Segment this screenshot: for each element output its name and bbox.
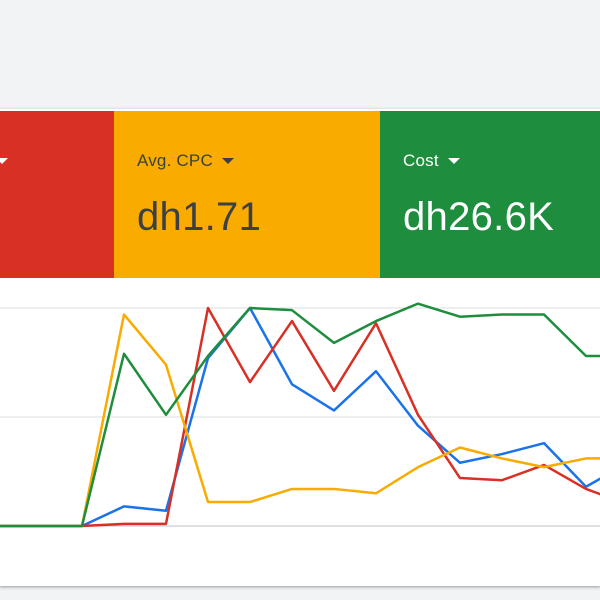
avg-cpc-value: dh1.71 [137,195,262,239]
metric-tiles: Avg. CPC dh1.71 Cost dh26.6K [0,109,600,279]
series-line-3 [0,302,600,528]
performance-card: Avg. CPC dh1.71 Cost dh26.6K [0,109,600,586]
metric-tile-red[interactable] [0,111,114,278]
performance-chart [0,279,600,586]
metric-tile-avg-cpc[interactable]: Avg. CPC dh1.71 [114,111,380,278]
cost-value: dh26.6K [403,195,555,239]
dropdown-caret-icon[interactable] [0,158,8,164]
line-chart [0,302,600,528]
metric-tile-cost[interactable]: Cost dh26.6K [380,111,600,278]
cost-label: Cost [403,151,439,170]
dropdown-caret-icon[interactable] [221,158,234,164]
dropdown-caret-icon[interactable] [447,158,460,164]
avg-cpc-label: Avg. CPC [137,151,213,170]
metric-label[interactable]: Avg. CPC [137,151,234,171]
metric-label[interactable]: Cost [403,151,460,171]
